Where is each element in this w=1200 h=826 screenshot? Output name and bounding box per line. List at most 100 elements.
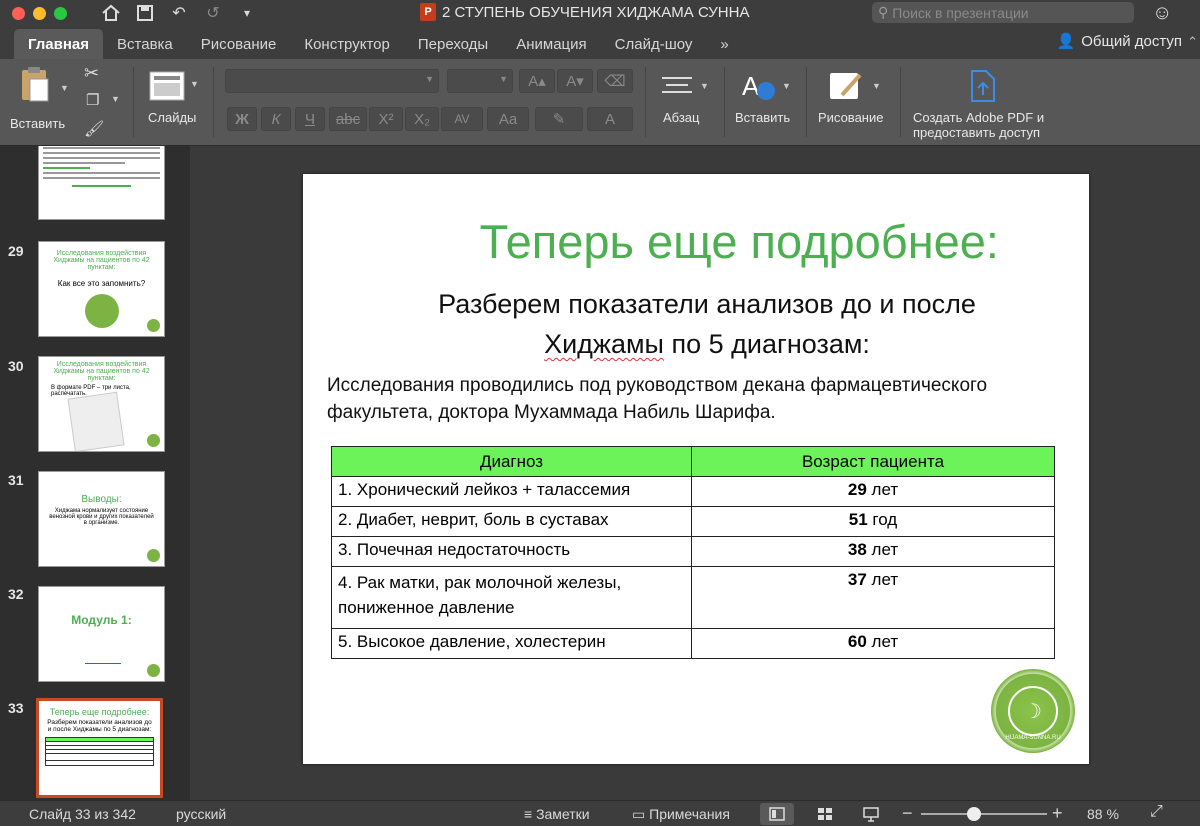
- undo-icon[interactable]: ↶: [169, 3, 189, 23]
- cut-icon[interactable]: ✂: [84, 63, 99, 84]
- thumbnail-document-image: [67, 391, 125, 451]
- diagnosis-cell[interactable]: 4. Рак матки, рак молочной железы, пониж…: [331, 566, 692, 629]
- slide-thumbnail-32[interactable]: Модуль 1:: [38, 586, 165, 682]
- slides-button[interactable]: ▼ Слайды: [144, 67, 204, 137]
- paste-caret-icon[interactable]: ▼: [60, 83, 69, 93]
- slide-editing-canvas[interactable]: Теперь еще подробнее: Разберем показател…: [190, 146, 1200, 800]
- clear-formatting-button[interactable]: ⌫: [597, 69, 633, 93]
- slide-sorter-view-button[interactable]: [808, 803, 842, 825]
- superscript-button[interactable]: X²: [369, 107, 403, 131]
- age-cell[interactable]: 37 лет: [691, 566, 1055, 629]
- tab-transitions[interactable]: Переходы: [404, 29, 502, 59]
- copy-caret-icon[interactable]: ▼: [111, 94, 120, 104]
- share-button[interactable]: 👤 Общий доступ: [1057, 32, 1182, 51]
- slide-layout-icon: [149, 71, 185, 101]
- slide-thumbnail-partial[interactable]: [38, 146, 165, 220]
- zoom-level[interactable]: 88 %: [1087, 806, 1119, 822]
- redo-icon[interactable]: ↺: [203, 3, 223, 23]
- slide-thumbnails-panel[interactable]: 29 Исследования воздействия Хиджамы на п…: [0, 146, 190, 800]
- current-slide[interactable]: Теперь еще подробнее: Разберем показател…: [303, 174, 1089, 764]
- slide-subtitle[interactable]: Разберем показатели анализов до и после …: [303, 284, 1089, 364]
- thumbnail-text: Как все это запомнить?: [57, 279, 146, 288]
- search-icon: ⚲: [878, 4, 889, 20]
- zoom-slider-handle[interactable]: [967, 807, 981, 821]
- notes-button[interactable]: ≡ Заметки: [524, 806, 590, 822]
- slide-thumbnail-29[interactable]: Исследования воздействия Хиджамы на паци…: [38, 241, 165, 337]
- slide-title[interactable]: Теперь еще подробнее:: [303, 214, 1089, 269]
- bold-button[interactable]: Ж: [227, 107, 257, 131]
- tab-slideshow[interactable]: Слайд-шоу: [601, 29, 707, 59]
- tabs-overflow-button[interactable]: »: [706, 29, 742, 59]
- presenter-view-button[interactable]: [854, 803, 888, 825]
- insert-shapes-button[interactable]: A ▼ Вставить: [732, 67, 798, 137]
- zoom-window-button[interactable]: [54, 6, 67, 20]
- change-case-button[interactable]: Aa: [487, 107, 529, 131]
- font-color-button[interactable]: A: [587, 107, 633, 131]
- drawing-button[interactable]: ▼ Рисование: [814, 67, 894, 137]
- collapse-ribbon-icon[interactable]: ⌃: [1187, 34, 1198, 50]
- diagnosis-table[interactable]: Диагноз Возраст пациента 1. Хронический …: [331, 446, 1055, 659]
- thumbnail-title: Исследования воздействия Хиджамы на паци…: [53, 250, 150, 271]
- slide-thumbnail-31[interactable]: Выводы: Хиджама нормализует состояние ве…: [38, 471, 165, 567]
- subscript-button[interactable]: X₂: [405, 107, 439, 131]
- age-unit: лет: [866, 632, 899, 651]
- zoom-slider-track[interactable]: [921, 813, 1047, 815]
- diagnosis-cell[interactable]: 2. Диабет, неврит, боль в суставах: [331, 506, 692, 537]
- increase-font-button[interactable]: A▴: [519, 69, 555, 93]
- adobe-pdf-share-button[interactable]: Создать Adobe PDF и предоставить доступ: [908, 67, 1058, 143]
- highlighter-icon: ✎: [552, 111, 566, 128]
- comments-label: Примечания: [649, 806, 730, 822]
- highlight-button[interactable]: ✎: [535, 107, 583, 131]
- tab-draw[interactable]: Рисование: [187, 29, 291, 59]
- decrease-font-button[interactable]: A▾: [557, 69, 593, 93]
- thumbnail-corner-logo: [147, 549, 160, 562]
- search-input[interactable]: [892, 4, 1113, 21]
- search-box[interactable]: ⚲: [872, 2, 1134, 23]
- zoom-in-button[interactable]: +: [1052, 803, 1063, 824]
- underline-button[interactable]: Ч: [295, 107, 325, 131]
- slide-body-text[interactable]: Исследования проводились под руководство…: [327, 372, 1067, 426]
- paragraph-caret-icon[interactable]: ▼: [700, 81, 709, 91]
- age-cell[interactable]: 60 лет: [691, 628, 1055, 659]
- save-icon[interactable]: [135, 3, 155, 23]
- language-indicator[interactable]: русский: [176, 806, 226, 822]
- format-painter-icon[interactable]: 🖌: [84, 119, 104, 139]
- italic-button[interactable]: К: [261, 107, 291, 131]
- tab-insert[interactable]: Вставка: [103, 29, 187, 59]
- diagnosis-cell[interactable]: 1. Хронический лейкоз + талассемия: [331, 476, 692, 507]
- slide-thumbnail-30[interactable]: Исследования воздействия Хиджамы на паци…: [38, 356, 165, 452]
- feedback-smiley-icon[interactable]: ☺: [1152, 2, 1172, 25]
- zoom-out-button[interactable]: −: [902, 803, 913, 824]
- diagnosis-cell[interactable]: 3. Почечная недостаточность: [331, 536, 692, 567]
- document-title: 2 СТУПЕНЬ ОБУЧЕНИЯ ХИДЖАМА СУННА: [442, 3, 750, 21]
- insert-label: Вставить: [735, 110, 791, 125]
- slide-thumbnail-33-selected[interactable]: Теперь еще подробнее: Разберем показател…: [36, 698, 163, 798]
- paragraph-button[interactable]: ▼ Абзац: [656, 67, 716, 137]
- insert-caret-icon[interactable]: ▼: [782, 81, 791, 91]
- presentation-icon: [863, 807, 879, 822]
- age-unit: лет: [866, 480, 899, 499]
- copy-icon[interactable]: ❐: [86, 91, 99, 109]
- strikethrough-button[interactable]: abc: [329, 107, 367, 131]
- font-size-dropdown[interactable]: ▼: [447, 69, 513, 93]
- thumbnail-corner-logo: [147, 664, 160, 677]
- font-name-dropdown[interactable]: ▼: [225, 69, 439, 93]
- normal-view-button[interactable]: [760, 803, 794, 825]
- drawing-caret-icon[interactable]: ▼: [872, 81, 881, 91]
- tab-design[interactable]: Конструктор: [290, 29, 404, 59]
- minimize-window-button[interactable]: [33, 6, 46, 20]
- diagnosis-cell[interactable]: 5. Высокое давление, холестерин: [331, 628, 692, 659]
- fit-to-window-icon[interactable]: ⤢: [1150, 803, 1163, 821]
- age-cell[interactable]: 51 год: [691, 506, 1055, 537]
- paste-button[interactable]: ▼ Вставить: [10, 65, 70, 135]
- age-cell[interactable]: 29 лет: [691, 476, 1055, 507]
- slides-caret-icon[interactable]: ▼: [190, 79, 199, 89]
- close-window-button[interactable]: [12, 6, 25, 20]
- character-spacing-button[interactable]: AV: [441, 107, 483, 131]
- tab-home[interactable]: Главная: [14, 29, 104, 59]
- age-cell[interactable]: 38 лет: [691, 536, 1055, 567]
- comments-button[interactable]: ▭ Примечания: [632, 806, 730, 823]
- home-icon[interactable]: [101, 3, 121, 23]
- tab-animations[interactable]: Анимация: [502, 29, 600, 59]
- customize-toolbar-icon[interactable]: ▾: [237, 3, 257, 23]
